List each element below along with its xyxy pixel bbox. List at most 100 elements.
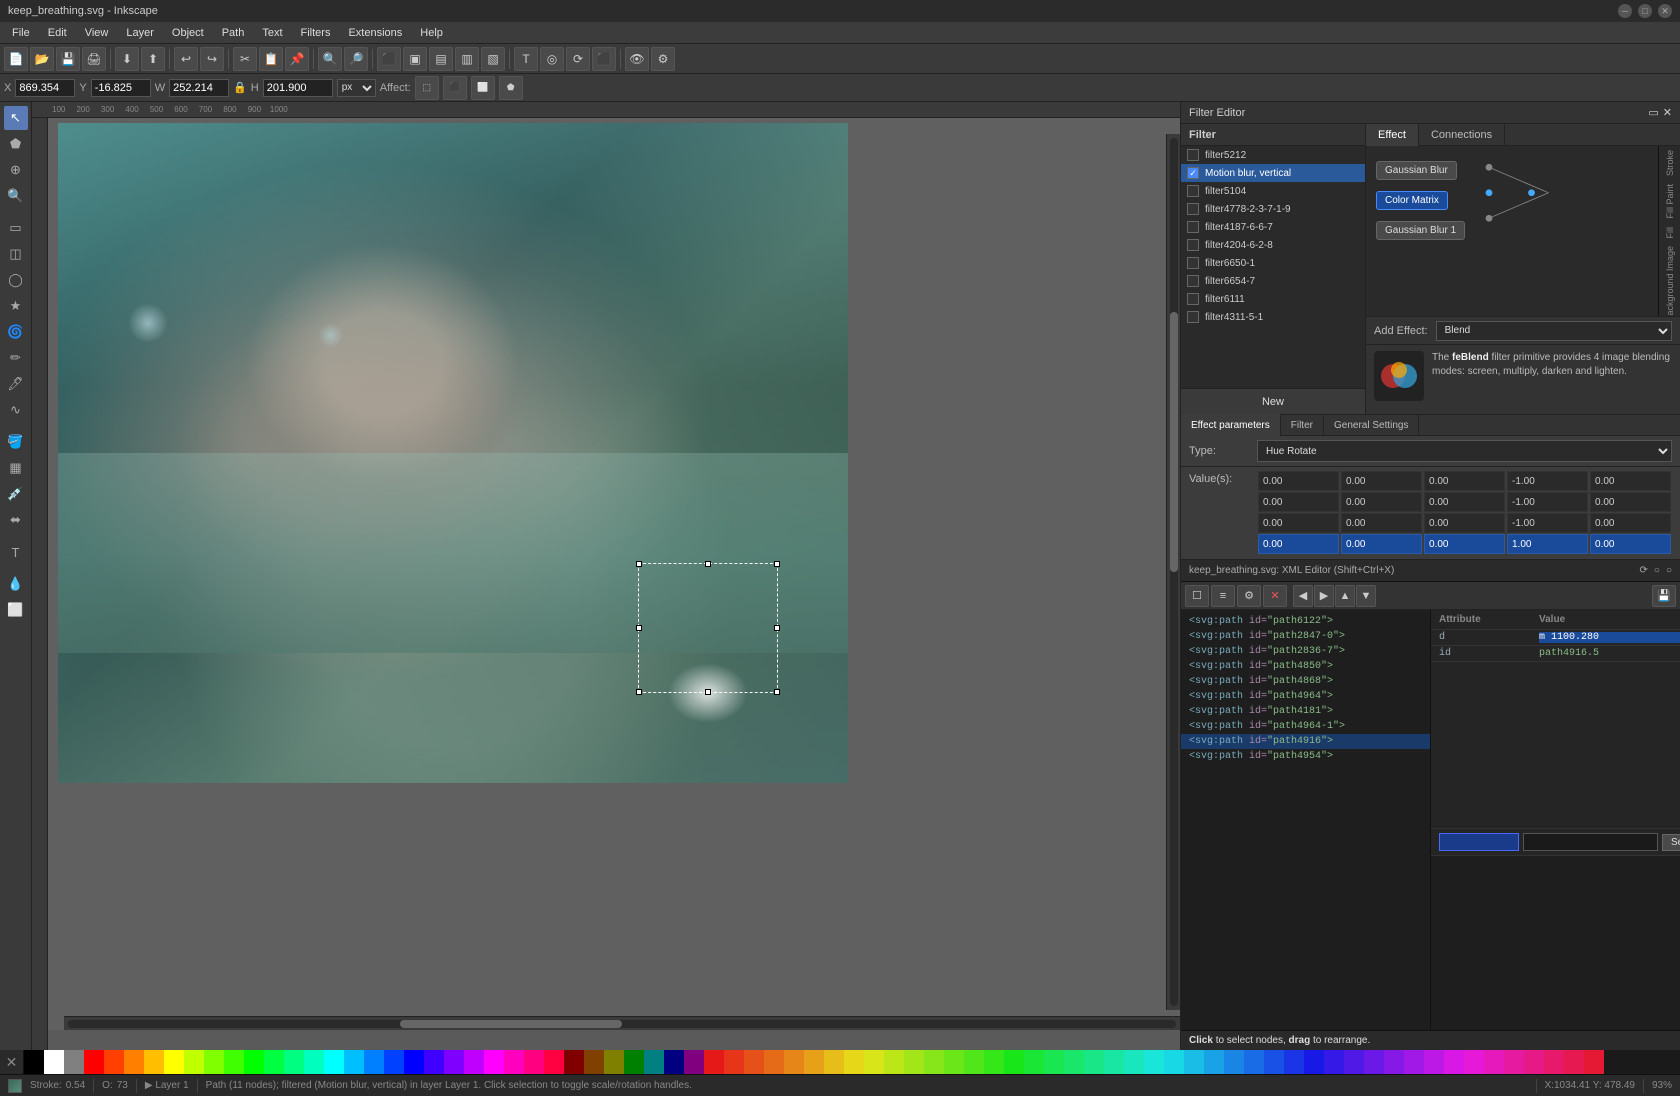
- x-input[interactable]: [15, 79, 75, 97]
- xml-attr-row-id[interactable]: id path4916.5: [1431, 646, 1680, 662]
- palette-extra-color-29[interactable]: [1284, 1050, 1304, 1074]
- eyedropper-tool[interactable]: 💉: [4, 482, 28, 506]
- palette-extra-color-14[interactable]: [984, 1050, 1004, 1074]
- xml-attr-row-d[interactable]: d m 1100.280: [1431, 630, 1680, 646]
- palette-extra-color-25[interactable]: [1204, 1050, 1224, 1074]
- zoom-out-button[interactable]: 🔎: [344, 47, 368, 71]
- palette-extra-color-28[interactable]: [1264, 1050, 1284, 1074]
- palette-extra-color-20[interactable]: [1104, 1050, 1124, 1074]
- palette-color-8[interactable]: [184, 1050, 204, 1074]
- palette-extra-color-10[interactable]: [904, 1050, 924, 1074]
- export-button[interactable]: ⬆: [141, 47, 165, 71]
- val-1-3[interactable]: -1.00: [1507, 492, 1588, 512]
- val-0-2[interactable]: 0.00: [1424, 471, 1505, 491]
- filter-checkbox-1[interactable]: ✓: [1187, 167, 1199, 179]
- palette-color-20[interactable]: [424, 1050, 444, 1074]
- filter-item-0[interactable]: filter5212: [1181, 146, 1365, 164]
- zoom-in-button[interactable]: 🔍: [318, 47, 342, 71]
- palette-remove-color[interactable]: ✕: [0, 1050, 24, 1074]
- filter-checkbox-5[interactable]: [1187, 239, 1199, 251]
- palette-color-6[interactable]: [144, 1050, 164, 1074]
- close-button[interactable]: ✕: [1658, 4, 1672, 18]
- val-2-4[interactable]: 0.00: [1590, 513, 1671, 533]
- palette-extra-color-41[interactable]: [1524, 1050, 1544, 1074]
- affect-btn1[interactable]: ⬚: [415, 76, 439, 100]
- xml-unindent[interactable]: ✕: [1263, 585, 1287, 607]
- val-3-3[interactable]: 1.00: [1507, 534, 1588, 554]
- transform-tb[interactable]: ⟳: [566, 47, 590, 71]
- palette-extra-color-4[interactable]: [784, 1050, 804, 1074]
- palette-color-11[interactable]: [244, 1050, 264, 1074]
- vertical-scrollbar[interactable]: [1166, 134, 1180, 1010]
- filter-checkbox-4[interactable]: [1187, 221, 1199, 233]
- affect-btn4[interactable]: ⬟: [499, 76, 523, 100]
- text-tool[interactable]: T: [4, 540, 28, 564]
- palette-color-10[interactable]: [224, 1050, 244, 1074]
- palette-extra-color-43[interactable]: [1564, 1050, 1584, 1074]
- ungroup-button[interactable]: ▧: [481, 47, 505, 71]
- filter-checkbox-0[interactable]: [1187, 149, 1199, 161]
- palette-color-15[interactable]: [324, 1050, 344, 1074]
- palette-color-25[interactable]: [524, 1050, 544, 1074]
- palette-color-13[interactable]: [284, 1050, 304, 1074]
- filter-checkbox-2[interactable]: [1187, 185, 1199, 197]
- palette-color-33[interactable]: [684, 1050, 704, 1074]
- palette-extra-color-18[interactable]: [1064, 1050, 1084, 1074]
- palette-color-30[interactable]: [624, 1050, 644, 1074]
- fe-win-btns[interactable]: ▭ ✕: [1648, 106, 1672, 119]
- filter-items[interactable]: filter5212 ✓ Motion blur, vertical filte…: [1181, 146, 1365, 388]
- affect-btn2[interactable]: ⬛: [443, 76, 467, 100]
- palette-extra-color-19[interactable]: [1084, 1050, 1104, 1074]
- effect-tab[interactable]: Effect: [1366, 124, 1419, 146]
- xml-node-3[interactable]: <svg:path id="path4850">: [1181, 659, 1430, 674]
- affect-btn3[interactable]: ⬜: [471, 76, 495, 100]
- calligraphy-tool[interactable]: ∿: [4, 398, 28, 422]
- palette-extra-color-5[interactable]: [804, 1050, 824, 1074]
- fe-minimize[interactable]: ▭: [1648, 106, 1658, 119]
- palette-color-26[interactable]: [544, 1050, 564, 1074]
- val-1-0[interactable]: 0.00: [1258, 492, 1339, 512]
- palette-extra-color-36[interactable]: [1424, 1050, 1444, 1074]
- pen-tool[interactable]: 🖊: [4, 372, 28, 396]
- palette-extra-color-2[interactable]: [744, 1050, 764, 1074]
- palette-color-24[interactable]: [504, 1050, 524, 1074]
- palette-color-22[interactable]: [464, 1050, 484, 1074]
- group-button[interactable]: ▥: [455, 47, 479, 71]
- palette-color-5[interactable]: [124, 1050, 144, 1074]
- palette-extra-color-27[interactable]: [1244, 1050, 1264, 1074]
- palette-extra-color-22[interactable]: [1144, 1050, 1164, 1074]
- filter-checkbox-3[interactable]: [1187, 203, 1199, 215]
- palette-extra-color-31[interactable]: [1324, 1050, 1344, 1074]
- maximize-button[interactable]: □: [1638, 4, 1652, 18]
- palette-extra-color-21[interactable]: [1124, 1050, 1144, 1074]
- filter-checkbox-6[interactable]: [1187, 257, 1199, 269]
- palette-extra-color-12[interactable]: [944, 1050, 964, 1074]
- palette-extra-color-3[interactable]: [764, 1050, 784, 1074]
- xml-new-element[interactable]: ☐: [1185, 585, 1209, 607]
- palette-color-14[interactable]: [304, 1050, 324, 1074]
- palette-extra-color-26[interactable]: [1224, 1050, 1244, 1074]
- val-1-1[interactable]: 0.00: [1341, 492, 1422, 512]
- h-input[interactable]: [263, 79, 333, 97]
- palette-extra-color-9[interactable]: [884, 1050, 904, 1074]
- align-left-button[interactable]: ⬛: [377, 47, 401, 71]
- val-1-4[interactable]: 0.00: [1590, 492, 1671, 512]
- eraser-tool[interactable]: ⬜: [4, 598, 28, 622]
- palette-color-0[interactable]: [24, 1050, 44, 1074]
- ep-tab-params[interactable]: Effect parameters: [1181, 414, 1281, 436]
- menu-view[interactable]: View: [77, 25, 117, 41]
- palette-extra-color-11[interactable]: [924, 1050, 944, 1074]
- palette-extra-color-37[interactable]: [1444, 1050, 1464, 1074]
- tweak-tool[interactable]: ⊕: [4, 158, 28, 182]
- palette-color-18[interactable]: [384, 1050, 404, 1074]
- xml-large-input[interactable]: [1431, 855, 1680, 1030]
- import-button[interactable]: ⬇: [115, 47, 139, 71]
- filter-item-5[interactable]: filter4204-6-2-8: [1181, 236, 1365, 254]
- xml-attr-input[interactable]: [1439, 833, 1519, 851]
- val-0-3[interactable]: -1.00: [1507, 471, 1588, 491]
- filter-item-7[interactable]: filter6654-7: [1181, 272, 1365, 290]
- palette-color-27[interactable]: [564, 1050, 584, 1074]
- menu-layer[interactable]: Layer: [118, 25, 162, 41]
- filter-item-1[interactable]: ✓ Motion blur, vertical: [1181, 164, 1365, 182]
- menu-file[interactable]: File: [4, 25, 38, 41]
